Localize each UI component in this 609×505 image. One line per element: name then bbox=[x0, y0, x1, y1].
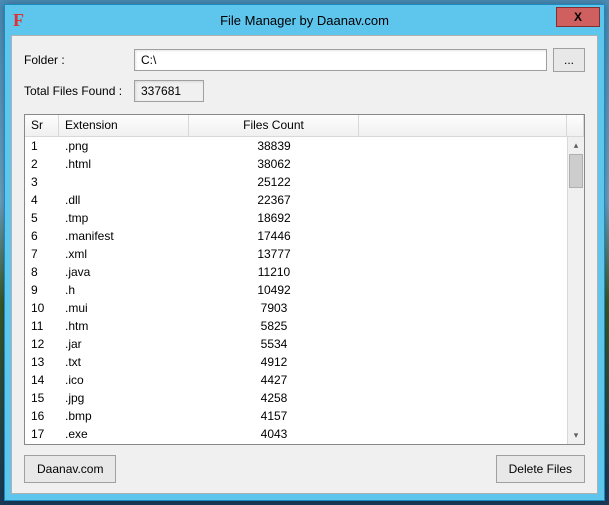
cell-files-count: 38839 bbox=[189, 137, 359, 155]
table-row[interactable]: 1.png38839 bbox=[25, 137, 567, 155]
folder-row: Folder : ... bbox=[24, 48, 585, 72]
cell-files-count: 38062 bbox=[189, 155, 359, 173]
app-window: F File Manager by Daanav.com X Folder : … bbox=[4, 4, 605, 501]
cell-extension: .exe bbox=[59, 425, 189, 443]
cell-sr: 15 bbox=[25, 389, 59, 407]
cell-files-count: 25122 bbox=[189, 173, 359, 191]
cell-extension: .mui bbox=[59, 299, 189, 317]
extensions-listview[interactable]: Sr Extension Files Count 1.png388392.htm… bbox=[24, 114, 585, 445]
delete-files-button[interactable]: Delete Files bbox=[496, 455, 585, 483]
cell-files-count: 5534 bbox=[189, 335, 359, 353]
vertical-scrollbar[interactable]: ▴ ▾ bbox=[567, 137, 584, 444]
cell-sr: 9 bbox=[25, 281, 59, 299]
column-header-sr[interactable]: Sr bbox=[25, 115, 59, 136]
bottom-bar: Daanav.com Delete Files bbox=[24, 455, 585, 483]
folder-label: Folder : bbox=[24, 53, 134, 67]
cell-extension: .tmp bbox=[59, 209, 189, 227]
daanav-link-button[interactable]: Daanav.com bbox=[24, 455, 116, 483]
cell-extension: .txt bbox=[59, 353, 189, 371]
cell-sr: 8 bbox=[25, 263, 59, 281]
total-row: Total Files Found : 337681 bbox=[24, 80, 585, 102]
total-files-label: Total Files Found : bbox=[24, 84, 134, 98]
table-row[interactable]: 16.bmp4157 bbox=[25, 407, 567, 425]
cell-sr: 6 bbox=[25, 227, 59, 245]
cell-sr: 5 bbox=[25, 209, 59, 227]
scroll-down-button[interactable]: ▾ bbox=[568, 427, 584, 444]
cell-extension: .jpg bbox=[59, 389, 189, 407]
table-row[interactable]: 3 25122 bbox=[25, 173, 567, 191]
table-row[interactable]: 14.ico4427 bbox=[25, 371, 567, 389]
listview-body: 1.png388392.html380623251224.dll223675.t… bbox=[25, 137, 584, 444]
window-title: File Manager by Daanav.com bbox=[5, 13, 604, 28]
table-row[interactable]: 5.tmp18692 bbox=[25, 209, 567, 227]
cell-extension: .png bbox=[59, 137, 189, 155]
total-files-value: 337681 bbox=[134, 80, 204, 102]
cell-sr: 11 bbox=[25, 317, 59, 335]
cell-extension: .h bbox=[59, 281, 189, 299]
cell-extension bbox=[59, 173, 189, 191]
browse-button[interactable]: ... bbox=[553, 48, 585, 72]
column-header-extension[interactable]: Extension bbox=[59, 115, 189, 136]
scroll-up-button[interactable]: ▴ bbox=[568, 137, 584, 154]
cell-sr: 3 bbox=[25, 173, 59, 191]
table-row[interactable]: 15.jpg4258 bbox=[25, 389, 567, 407]
cell-files-count: 4157 bbox=[189, 407, 359, 425]
column-header-scroll-gap bbox=[567, 115, 584, 136]
cell-sr: 2 bbox=[25, 155, 59, 173]
table-row[interactable]: 8.java11210 bbox=[25, 263, 567, 281]
cell-files-count: 4043 bbox=[189, 425, 359, 443]
table-row[interactable]: 7.xml13777 bbox=[25, 245, 567, 263]
cell-sr: 13 bbox=[25, 353, 59, 371]
column-header-files-count[interactable]: Files Count bbox=[189, 115, 359, 136]
column-header-spacer bbox=[359, 115, 567, 136]
table-row[interactable]: 13.txt4912 bbox=[25, 353, 567, 371]
cell-sr: 17 bbox=[25, 425, 59, 443]
cell-files-count: 11210 bbox=[189, 263, 359, 281]
cell-files-count: 7903 bbox=[189, 299, 359, 317]
chevron-up-icon: ▴ bbox=[574, 140, 579, 151]
table-row[interactable]: 2.html38062 bbox=[25, 155, 567, 173]
table-row[interactable]: 6.manifest17446 bbox=[25, 227, 567, 245]
scroll-thumb[interactable] bbox=[569, 154, 583, 188]
cell-extension: .xml bbox=[59, 245, 189, 263]
titlebar[interactable]: F File Manager by Daanav.com X bbox=[5, 5, 604, 35]
cell-extension: .html bbox=[59, 155, 189, 173]
cell-sr: 16 bbox=[25, 407, 59, 425]
chevron-down-icon: ▾ bbox=[574, 430, 579, 441]
cell-files-count: 4258 bbox=[189, 389, 359, 407]
cell-extension: .ico bbox=[59, 371, 189, 389]
cell-sr: 14 bbox=[25, 371, 59, 389]
table-row[interactable]: 11.htm5825 bbox=[25, 317, 567, 335]
cell-extension: .htm bbox=[59, 317, 189, 335]
table-row[interactable]: 17.exe4043 bbox=[25, 425, 567, 443]
cell-sr: 4 bbox=[25, 191, 59, 209]
app-icon: F bbox=[13, 10, 33, 30]
cell-sr: 1 bbox=[25, 137, 59, 155]
cell-extension: .dll bbox=[59, 191, 189, 209]
cell-files-count: 17446 bbox=[189, 227, 359, 245]
table-row[interactable]: 12.jar5534 bbox=[25, 335, 567, 353]
cell-files-count: 4427 bbox=[189, 371, 359, 389]
close-button[interactable]: X bbox=[556, 7, 600, 27]
cell-extension: .manifest bbox=[59, 227, 189, 245]
cell-sr: 10 bbox=[25, 299, 59, 317]
client-area: Folder : ... Total Files Found : 337681 … bbox=[11, 35, 598, 494]
cell-files-count: 4912 bbox=[189, 353, 359, 371]
cell-extension: .bmp bbox=[59, 407, 189, 425]
table-row[interactable]: 10.mui7903 bbox=[25, 299, 567, 317]
cell-sr: 12 bbox=[25, 335, 59, 353]
listview-header: Sr Extension Files Count bbox=[25, 115, 584, 137]
table-row[interactable]: 4.dll22367 bbox=[25, 191, 567, 209]
table-row[interactable]: 9.h10492 bbox=[25, 281, 567, 299]
cell-extension: .java bbox=[59, 263, 189, 281]
cell-files-count: 10492 bbox=[189, 281, 359, 299]
cell-extension: .jar bbox=[59, 335, 189, 353]
folder-input[interactable] bbox=[134, 49, 547, 71]
cell-files-count: 18692 bbox=[189, 209, 359, 227]
cell-files-count: 22367 bbox=[189, 191, 359, 209]
cell-files-count: 13777 bbox=[189, 245, 359, 263]
cell-sr: 7 bbox=[25, 245, 59, 263]
cell-files-count: 5825 bbox=[189, 317, 359, 335]
